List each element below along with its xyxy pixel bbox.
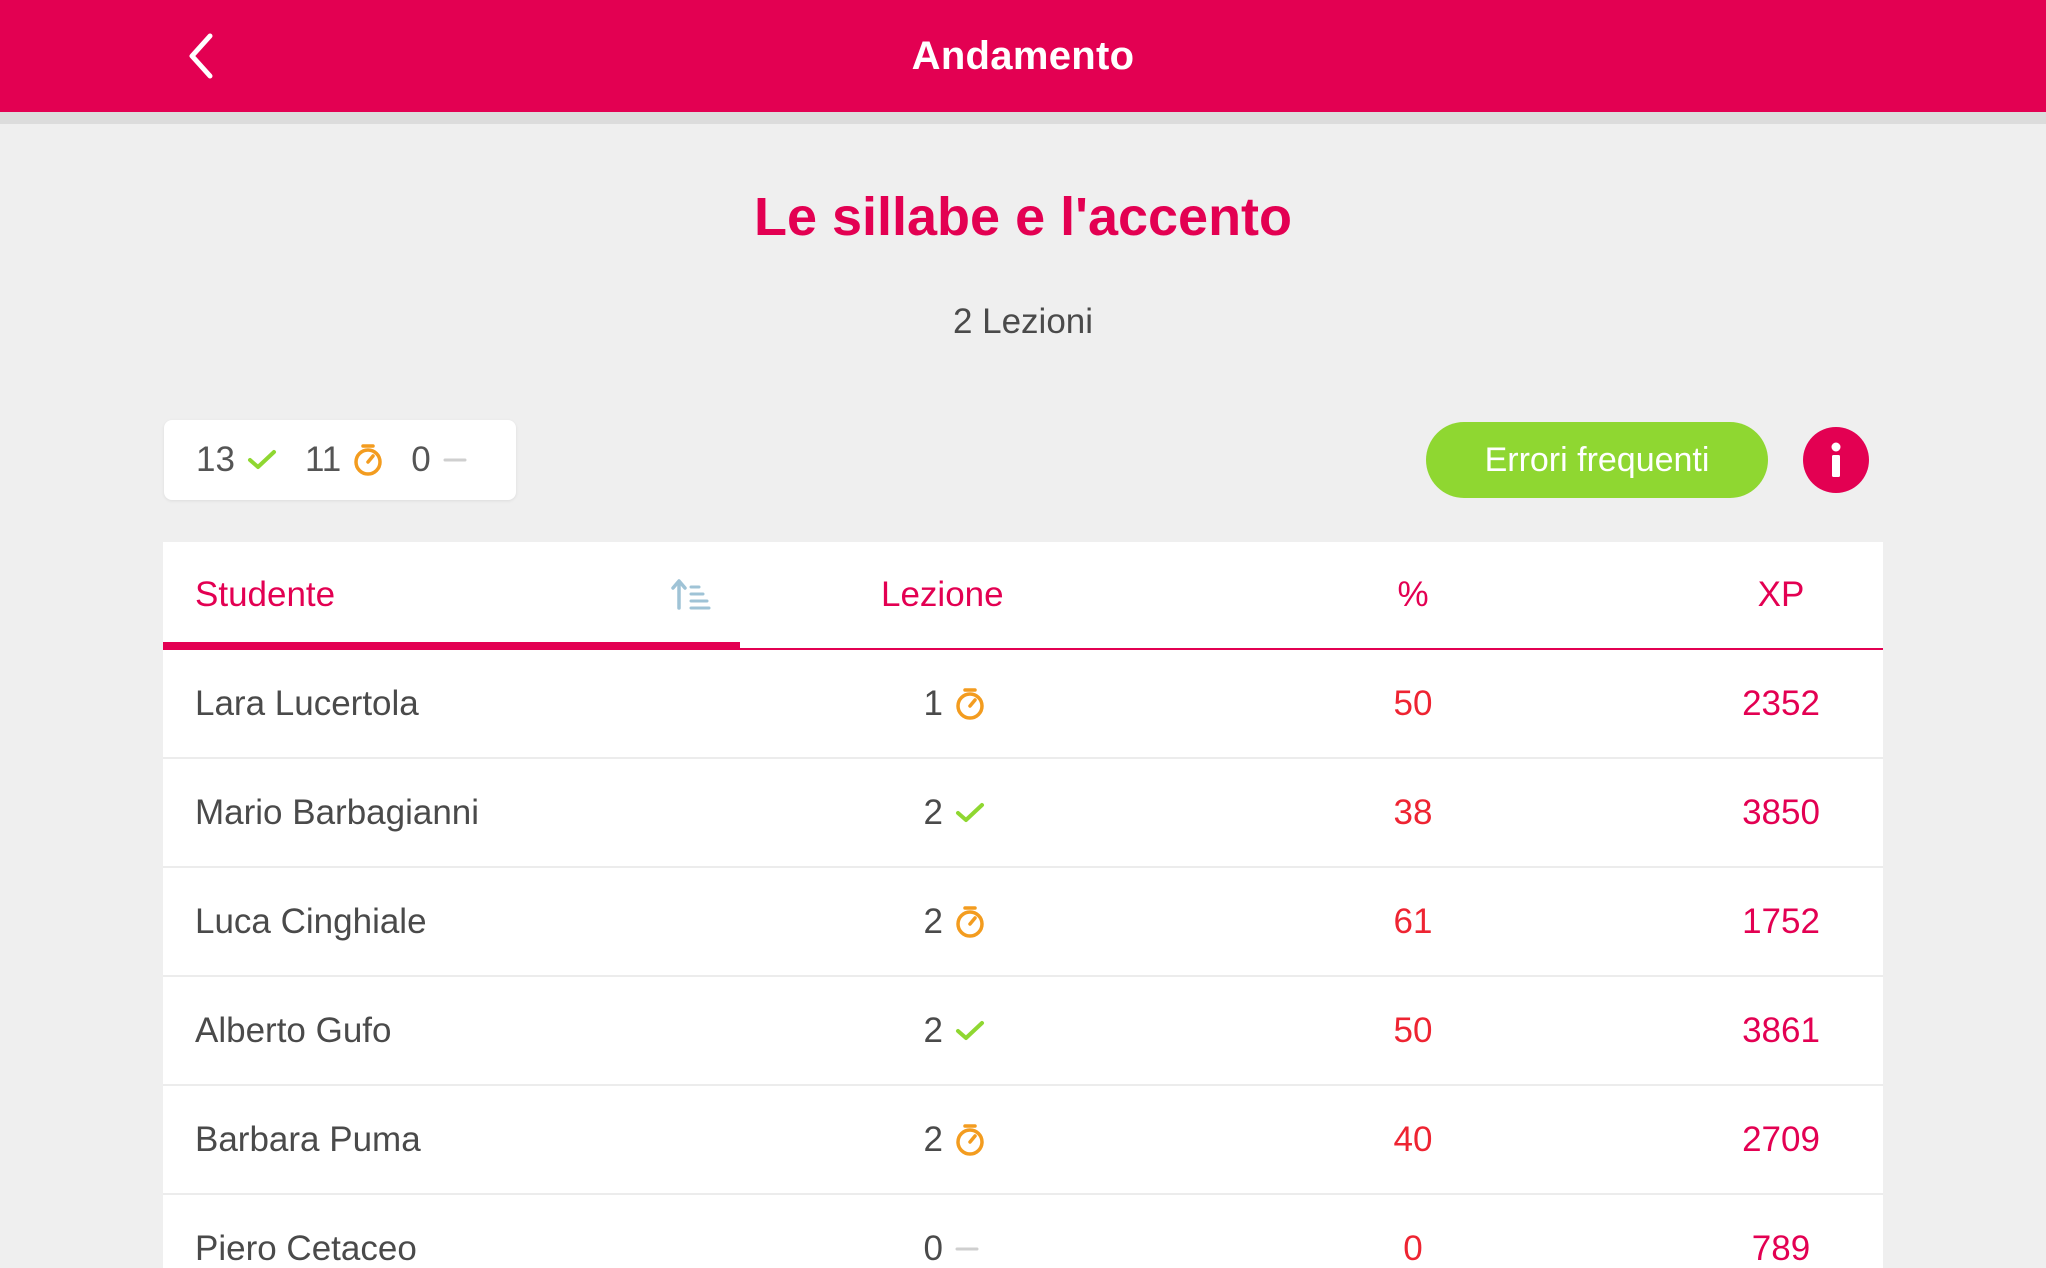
table-row[interactable]: Barbara Puma 2 40 2709 [163,1086,1883,1195]
column-header-percent[interactable]: % [1333,542,1493,648]
xp-value: 2352 [1742,683,1820,723]
not-started-count: 0 [411,440,431,479]
dash-icon [955,1247,979,1250]
percent-value: 61 [1393,901,1433,941]
check-icon [956,802,984,822]
summary-completed: 13 [196,440,277,480]
info-button[interactable] [1803,427,1869,493]
completed-count: 13 [196,440,235,479]
percent-value: 0 [1403,1228,1423,1268]
info-icon [1831,442,1841,477]
lesson-cell: 2 [909,1086,989,1193]
lesson-number: 0 [923,1228,943,1268]
student-name: Lara Lucertola [195,683,419,723]
lesson-number: 1 [923,683,943,723]
course-title: Le sillabe e l'accento [753,187,1293,247]
column-header-studente[interactable]: Studente [195,542,335,648]
dash-icon [443,458,467,462]
percent-value: 50 [1393,1010,1433,1050]
lesson-number: 2 [923,901,943,941]
percent-value: 40 [1393,1119,1433,1159]
lesson-cell: 0 [909,1195,989,1268]
table-row[interactable]: Piero Cetaceo 0 0 789 [163,1195,1883,1268]
lesson-cell: 2 [909,868,989,975]
lesson-cell: 2 [909,977,989,1084]
table-row[interactable]: Mario Barbagianni 2 38 3850 [163,759,1883,868]
check-icon [956,1020,984,1040]
table-row[interactable]: Lara Lucertola 1 50 2352 [163,650,1883,759]
top-bar-shadow [0,112,2046,124]
in-progress-count: 11 [304,440,342,479]
lesson-cell: 2 [909,759,989,866]
xp-value: 2709 [1742,1119,1820,1159]
timer-icon [956,687,984,720]
summary-in-progress: 11 [305,440,383,480]
timer-icon [956,1123,984,1156]
student-name: Luca Cinghiale [195,901,427,941]
active-sort-indicator [163,642,740,650]
course-subtitle: 2 Lezioni [952,302,1094,341]
timer-icon [956,905,984,938]
table-row[interactable]: Luca Cinghiale 2 61 1752 [163,868,1883,977]
chevron-left-icon [189,33,213,79]
lesson-number: 2 [923,1010,943,1050]
student-name: Alberto Gufo [195,1010,392,1050]
column-header-lezione[interactable]: Lezione [881,542,1004,648]
lesson-cell: 1 [909,650,989,757]
table-header: Studente Lezione % XP [163,542,1883,650]
student-name: Barbara Puma [195,1119,421,1159]
xp-value: 3861 [1742,1010,1820,1050]
timer-icon [354,444,383,476]
summary-box: 13 11 0 [164,420,516,500]
back-button[interactable] [170,20,234,92]
lesson-number: 2 [923,792,943,832]
header-title: Andamento [911,33,1135,78]
check-icon [247,450,276,469]
lesson-number: 2 [923,1119,943,1159]
percent-value: 38 [1393,792,1433,832]
student-name: Mario Barbagianni [195,792,480,832]
xp-value: 3850 [1742,792,1820,832]
student-name: Piero Cetaceo [195,1228,417,1268]
percent-value: 50 [1393,683,1433,723]
table-body: Lara Lucertola 1 50 2352 Mario Barbagianni 2 3… [163,650,1883,1268]
table-row[interactable]: Alberto Gufo 2 50 3861 [163,977,1883,1086]
students-table: Studente Lezione % XP Lara Lucertola 1 50 2… [163,542,1883,1268]
column-header-xp[interactable]: XP [1681,542,1881,648]
xp-value: 1752 [1742,901,1820,941]
summary-not-started: 0 [411,440,467,480]
errori-frequenti-button[interactable]: Errori frequenti [1426,422,1768,498]
xp-value: 789 [1751,1228,1811,1268]
sort-ascending-icon[interactable] [671,578,711,617]
